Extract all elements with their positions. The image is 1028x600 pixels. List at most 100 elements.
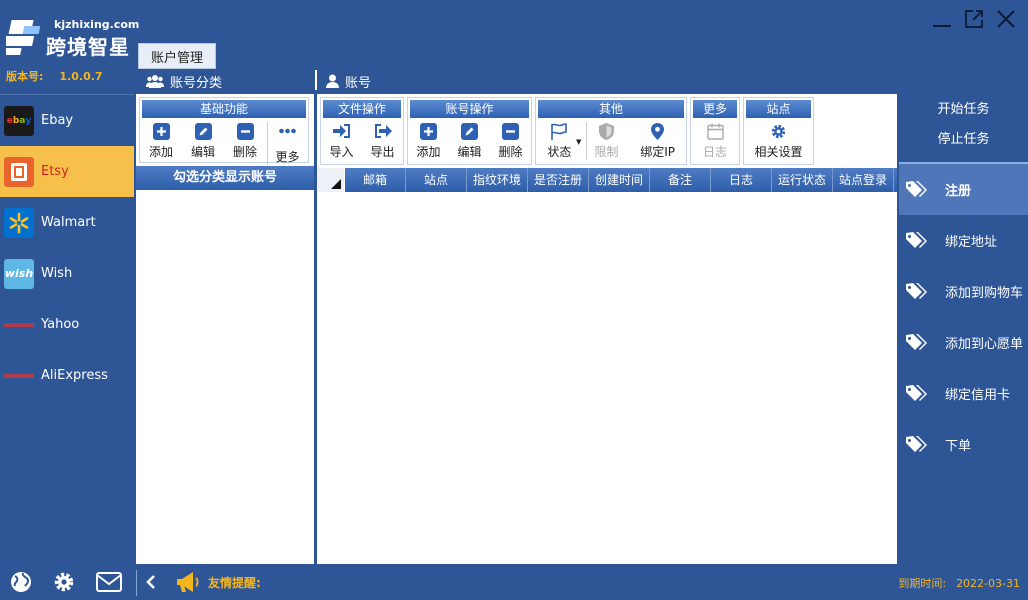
button-label: 日志	[702, 145, 727, 159]
button-label: 更多	[275, 150, 300, 164]
column-header[interactable]: 日志	[711, 168, 772, 192]
platform-item-wish[interactable]: wish Wish	[0, 248, 134, 299]
platform-item-yahoo[interactable]: Yahoo	[0, 299, 134, 350]
tab-account-management[interactable]: 账户管理	[138, 43, 216, 69]
platform-sidebar: ebay Ebay Etsy Walmart wish Wish Yahoo A…	[0, 94, 134, 564]
account-edit-button[interactable]: 编辑	[450, 122, 490, 160]
section-divider	[315, 70, 317, 90]
account-delete-button[interactable]: 删除	[491, 122, 531, 160]
popout-icon	[965, 10, 983, 28]
log-button[interactable]: 日志	[695, 122, 735, 160]
account-section-header: 账号	[326, 70, 371, 92]
column-header[interactable]: 邮箱	[345, 168, 406, 192]
minimize-icon	[933, 25, 951, 27]
group-title: 账号操作	[410, 100, 529, 118]
expire-info: 到期时间: 2022-03-31	[898, 575, 1020, 591]
group-title: 文件操作	[323, 100, 401, 118]
select-all-corner[interactable]	[317, 168, 345, 192]
plus-icon	[152, 122, 170, 140]
category-caption: 勾选分类显示账号	[136, 166, 314, 190]
category-panel: 基础功能 添加 编辑 删除 更多 勾选分类显示账号	[136, 94, 314, 564]
globe-icon	[11, 572, 31, 592]
stop-task-button[interactable]: 停止任务	[899, 125, 1028, 155]
flag-icon	[550, 122, 568, 140]
group-title: 站点	[746, 100, 811, 118]
bind-ip-button[interactable]: 绑定IP	[633, 122, 683, 160]
task-item-add-to-cart[interactable]: 添加到购物车	[899, 266, 1028, 317]
column-header[interactable]: 备注	[650, 168, 711, 192]
column-header[interactable]: 创建时间	[589, 168, 650, 192]
task-item-register[interactable]: 注册	[899, 164, 1028, 215]
task-label: 添加到购物车	[945, 286, 1024, 301]
button-label: 删除	[232, 145, 257, 159]
category-delete-button[interactable]: 删除	[225, 122, 265, 165]
platform-item-aliexpress[interactable]: AliExpress	[0, 350, 134, 401]
import-icon	[332, 122, 351, 140]
limit-button[interactable]: 限制	[585, 122, 626, 160]
settings-button[interactable]	[52, 570, 76, 594]
task-label: 绑定地址	[945, 235, 998, 250]
site-group: 站点 相关设置	[743, 97, 814, 165]
column-header[interactable]: 站点登录	[833, 168, 894, 192]
button-label: 限制	[594, 145, 619, 159]
category-section-title: 账号分类	[170, 75, 223, 91]
account-operations-group: 账号操作 添加 编辑 删除	[407, 97, 532, 165]
more-group: 更多 日志	[690, 97, 740, 165]
category-more-button[interactable]: 更多	[267, 122, 307, 165]
task-item-add-to-wishlist[interactable]: 添加到心愿单	[899, 317, 1028, 368]
globe-button[interactable]	[9, 570, 33, 594]
collapse-button[interactable]	[142, 570, 160, 594]
column-header[interactable]: 是否注册	[528, 168, 589, 192]
mail-icon	[96, 572, 122, 592]
export-button[interactable]: 导出	[363, 122, 403, 160]
site-settings-button[interactable]: 相关设置	[749, 122, 809, 160]
task-label: 添加到心愿单	[945, 337, 1024, 352]
start-task-button[interactable]: 开始任务	[899, 95, 1028, 125]
account-panel: 文件操作 导入 导出 账号操作 添加 编辑 删除 其他 状态 ▼ 限制 绑定IP…	[317, 94, 897, 564]
column-header[interactable]: 指纹环境	[467, 168, 528, 192]
status-bar: 友情提醒: 到期时间: 2022-03-31	[0, 564, 1028, 600]
category-add-button[interactable]: 添加	[141, 122, 181, 165]
platform-item-etsy[interactable]: Etsy	[0, 146, 134, 197]
platform-label: Etsy	[41, 164, 69, 179]
ebay-logo-icon: ebay	[4, 105, 34, 136]
platform-item-walmart[interactable]: Walmart	[0, 197, 134, 248]
account-add-button[interactable]: 添加	[409, 122, 449, 160]
button-label: 绑定IP	[640, 145, 676, 159]
minus-icon	[236, 122, 254, 140]
column-header[interactable]: 站点	[406, 168, 467, 192]
tags-icon	[905, 333, 929, 352]
aliexpress-logo-icon	[4, 361, 34, 391]
task-item-bind-address[interactable]: 绑定地址	[899, 215, 1028, 266]
task-item-place-order[interactable]: 下单	[899, 419, 1028, 470]
logo-mark-icon	[6, 20, 41, 55]
tags-icon	[905, 231, 929, 250]
expire-label: 到期时间:	[898, 577, 947, 590]
button-label: 添加	[416, 145, 441, 159]
platform-item-ebay[interactable]: ebay Ebay	[0, 95, 134, 146]
button-label: 编辑	[190, 145, 215, 159]
user-icon	[326, 74, 339, 88]
minimize-button[interactable]	[930, 8, 954, 32]
platform-label: AliExpress	[41, 368, 108, 383]
platform-label: Walmart	[41, 215, 96, 230]
import-button[interactable]: 导入	[322, 122, 362, 160]
mail-button[interactable]	[96, 570, 122, 594]
column-header[interactable]: 运行状态	[772, 168, 833, 192]
version-info: 版本号: 1.0.0.7	[6, 68, 103, 84]
popout-button[interactable]	[962, 8, 986, 32]
button-label: 相关设置	[754, 145, 803, 159]
edit-icon	[461, 122, 479, 140]
tags-icon	[905, 435, 929, 454]
users-icon	[146, 75, 164, 88]
calendar-icon	[706, 122, 724, 140]
edit-icon	[194, 122, 212, 140]
button-label: 导出	[370, 145, 395, 159]
status-dropdown-button[interactable]: 状态 ▼	[539, 122, 581, 160]
task-item-bind-credit-card[interactable]: 绑定信用卡	[899, 368, 1028, 419]
category-edit-button[interactable]: 编辑	[183, 122, 223, 165]
version-label: 版本号:	[6, 70, 44, 83]
app-site: kjzhixing.com	[54, 18, 140, 31]
close-button[interactable]	[994, 8, 1018, 32]
tags-icon	[905, 282, 929, 301]
